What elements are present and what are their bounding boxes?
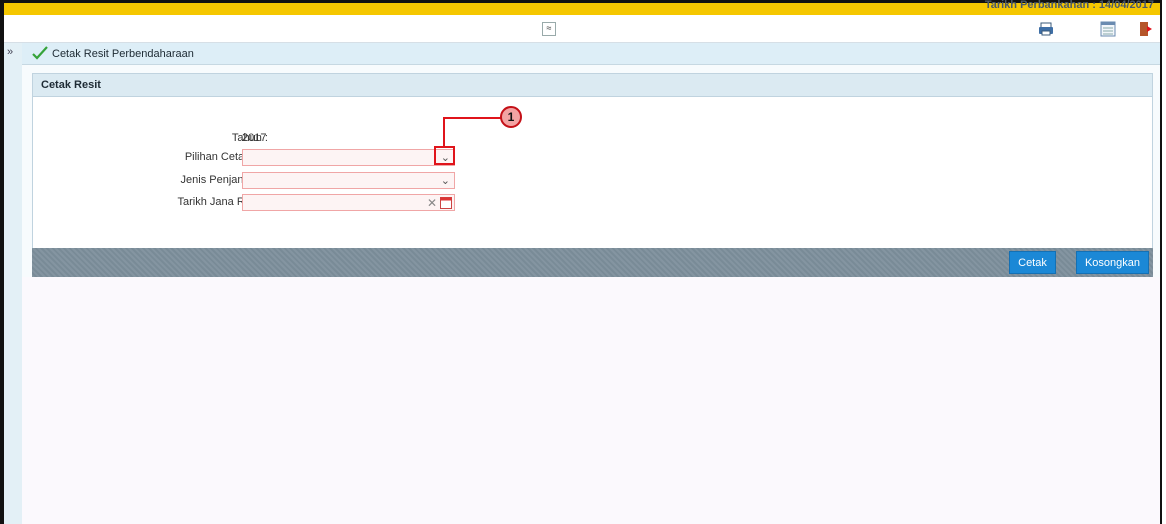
calendar-icon[interactable]: [440, 196, 452, 209]
page-title-bar: Cetak Resit Perbendaharaan: [22, 43, 1160, 65]
page-title: Cetak Resit Perbendaharaan: [52, 48, 194, 60]
toolbar: ≈: [4, 15, 1160, 43]
check-icon: [32, 46, 48, 60]
expand-sidebar-icon[interactable]: »: [7, 46, 13, 58]
cetak-button[interactable]: Cetak: [1009, 251, 1056, 274]
top-banner: Tarikh Perbankahan : 14/04/2017: [4, 0, 1160, 15]
banking-date: Tarikh Perbankahan : 14/04/2017: [984, 0, 1154, 11]
side-collapse-strip[interactable]: [4, 43, 23, 524]
exit-icon[interactable]: [1138, 21, 1154, 37]
action-bar: Cetak Kosongkan: [32, 248, 1153, 277]
jenis-penjanaan-select[interactable]: ⌄: [242, 172, 455, 189]
tarikh-jana-resit-field[interactable]: ✕: [242, 194, 455, 211]
printer-icon[interactable]: [1038, 21, 1054, 37]
callout-number-badge: 1: [500, 106, 522, 128]
panel-title: Cetak Resit: [33, 74, 1152, 97]
kosongkan-button[interactable]: Kosongkan: [1076, 251, 1149, 274]
callout-highlight-box: [434, 146, 455, 165]
clear-icon[interactable]: ✕: [427, 195, 437, 211]
callout-connector: [443, 117, 501, 119]
callout-connector-vertical: [443, 117, 445, 147]
list-icon[interactable]: [1100, 21, 1116, 37]
cetak-resit-panel: Cetak Resit Tahun : 2017 Pilihan Cetakan…: [32, 73, 1153, 250]
tahun-value: 2017: [242, 132, 267, 144]
collapse-header-button[interactable]: ≈: [542, 22, 556, 36]
content-area: [22, 277, 1160, 524]
pilihan-cetakan-select[interactable]: ⌄: [242, 149, 455, 166]
chevron-down-icon[interactable]: ⌄: [441, 174, 450, 188]
